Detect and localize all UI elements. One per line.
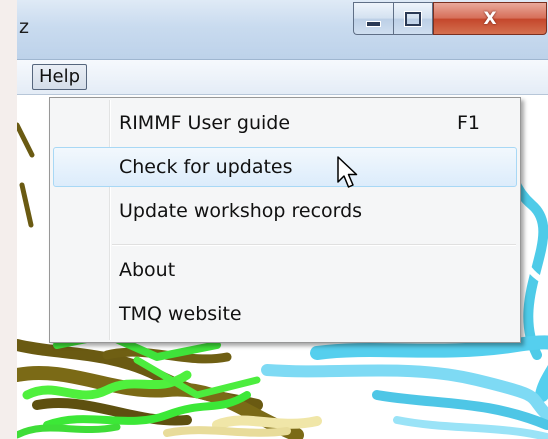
menu-bar: Help bbox=[17, 60, 548, 95]
application-window: z X Help RIMMF User guide F1 Check for u… bbox=[17, 0, 548, 439]
menu-item-label: TMQ website bbox=[119, 303, 242, 325]
arrow-pointer-icon bbox=[337, 156, 358, 188]
maximize-icon bbox=[405, 11, 421, 26]
menu-item-update-workshop-records[interactable]: Update workshop records bbox=[53, 191, 517, 231]
menu-item-user-guide[interactable]: RIMMF User guide F1 bbox=[53, 103, 517, 143]
maximize-button[interactable] bbox=[393, 2, 433, 35]
minimize-icon bbox=[366, 20, 381, 27]
menu-item-tmq-website[interactable]: TMQ website bbox=[53, 294, 517, 334]
menu-item-label: Update workshop records bbox=[119, 200, 363, 222]
menu-help[interactable]: Help bbox=[32, 64, 88, 90]
menu-item-shortcut: F1 bbox=[456, 112, 480, 134]
menu-item-check-for-updates[interactable]: Check for updates bbox=[53, 147, 517, 187]
help-dropdown-menu: RIMMF User guide F1 Check for updates Up… bbox=[49, 97, 521, 343]
menu-item-about[interactable]: About bbox=[53, 250, 517, 290]
close-button[interactable]: X bbox=[433, 2, 547, 35]
window-title: z bbox=[19, 16, 29, 38]
menu-item-label: About bbox=[119, 259, 176, 281]
menu-item-label: Check for updates bbox=[119, 156, 293, 178]
minimize-button[interactable] bbox=[353, 2, 393, 35]
menu-separator bbox=[112, 244, 516, 246]
title-bar[interactable]: z X bbox=[17, 0, 548, 60]
close-icon: X bbox=[483, 8, 497, 29]
menu-item-label: RIMMF User guide bbox=[119, 112, 291, 134]
